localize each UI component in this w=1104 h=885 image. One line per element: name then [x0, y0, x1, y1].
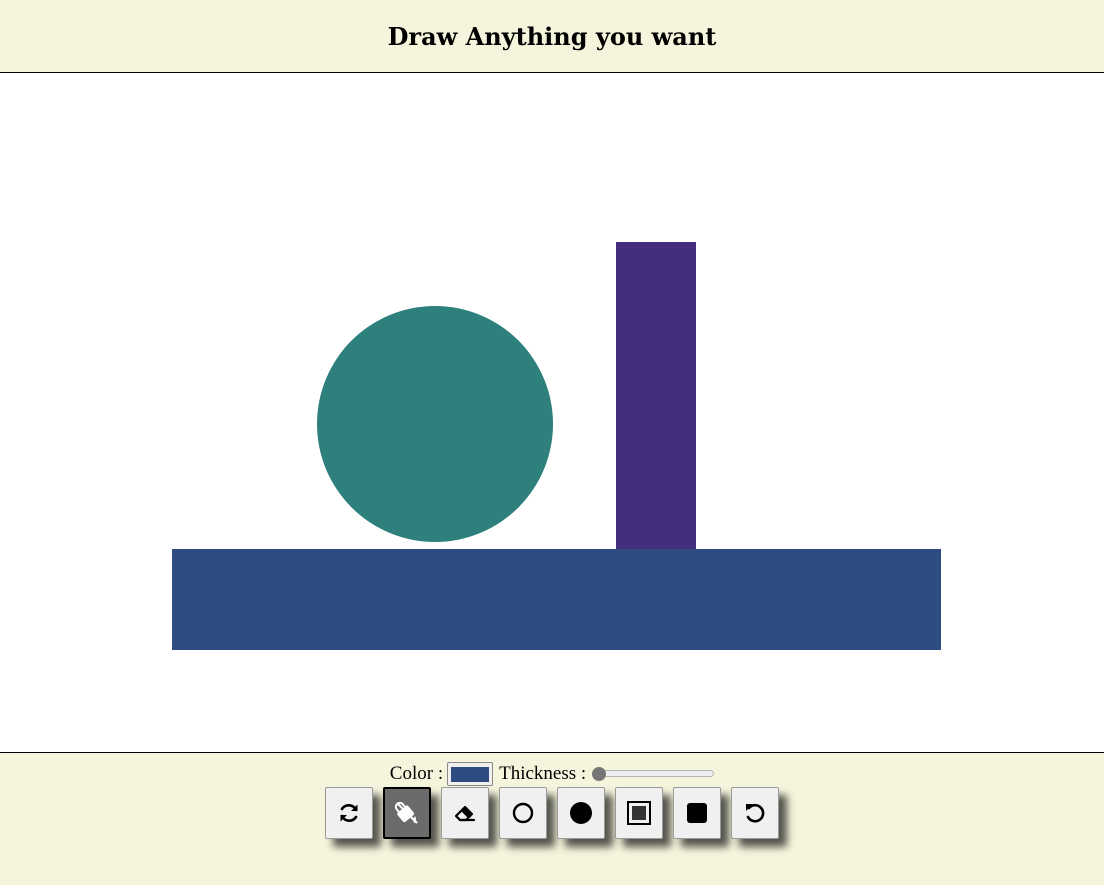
- drawing-canvas[interactable]: [0, 73, 1104, 752]
- square-filled-tool-button[interactable]: [673, 787, 721, 839]
- color-label: Color :: [389, 763, 444, 784]
- canvas-svg[interactable]: [0, 73, 1104, 752]
- undo-tool-button[interactable]: [731, 787, 779, 839]
- slider-thumb[interactable]: [592, 767, 607, 781]
- undo-icon: [746, 803, 765, 823]
- color-picker[interactable]: [447, 762, 494, 786]
- square-filled-icon: [687, 803, 707, 823]
- thickness-label: Thickness :: [499, 763, 587, 784]
- circle-filled-tool-button[interactable]: [557, 787, 605, 839]
- thickness-slider[interactable]: [592, 764, 715, 784]
- tools-row: [0, 787, 1104, 843]
- circle-shape: [317, 306, 553, 542]
- color-swatch: [451, 766, 490, 782]
- circle-outline-tool-button[interactable]: [499, 787, 547, 839]
- eraser-tool-button[interactable]: [441, 787, 489, 839]
- eraser-icon: [454, 805, 476, 822]
- fill-tool-button[interactable]: [383, 787, 431, 839]
- reset-tool-button[interactable]: [325, 787, 373, 839]
- app-header: Draw Anything you want: [0, 0, 1104, 73]
- page-title: Draw Anything you want: [387, 21, 717, 51]
- vertical-rectangle-shape: [616, 242, 696, 551]
- circle-outline-icon: [512, 802, 534, 824]
- controls-row: Color : Thickness :: [0, 759, 1104, 789]
- slider-track: [594, 770, 715, 777]
- square-outline-tool-button[interactable]: [615, 787, 663, 839]
- bottom-toolbar: Color : Thickness :: [0, 752, 1104, 885]
- horizontal-rectangle-shape: [172, 549, 941, 650]
- refresh-icon: [340, 804, 358, 822]
- paint-bucket-icon: [394, 801, 418, 824]
- circle-filled-icon: [570, 802, 592, 824]
- square-outline-icon: [627, 801, 651, 825]
